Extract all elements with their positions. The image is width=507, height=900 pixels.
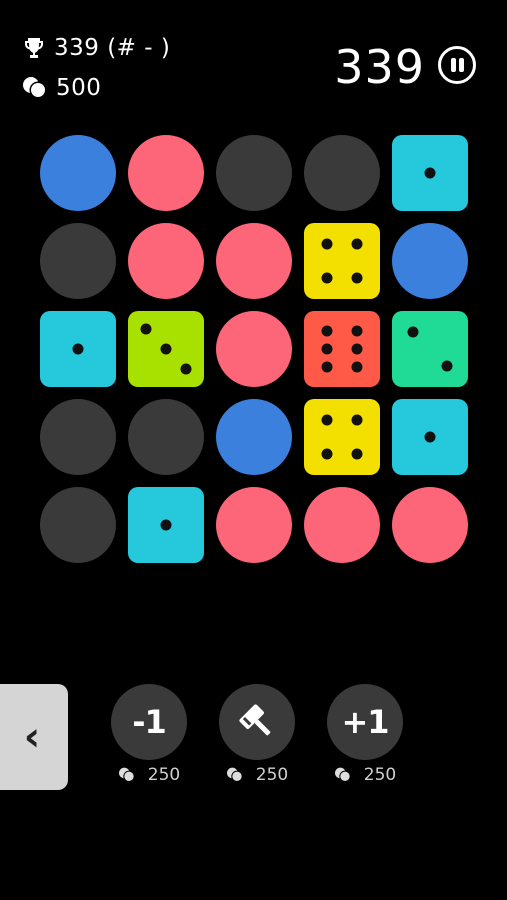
ball-blue[interactable] <box>216 399 292 475</box>
trophy-icon <box>25 38 43 58</box>
pause-icon <box>451 58 456 72</box>
die-pip <box>351 238 363 250</box>
best-score-text: 339 (# - ) <box>54 35 171 61</box>
chevron-left-icon: ‹ <box>23 714 41 760</box>
die-pip <box>321 272 333 284</box>
ball-pink[interactable] <box>128 223 204 299</box>
powerup-hammer: 250 <box>219 684 295 785</box>
ball-pink[interactable] <box>216 487 292 563</box>
die-pip <box>351 448 363 460</box>
die-pip <box>321 448 333 460</box>
minus-one-label: -1 <box>132 703 167 741</box>
minus-one-cost: 250 <box>111 765 187 785</box>
coins-icon <box>226 767 243 782</box>
ball-pink[interactable] <box>216 223 292 299</box>
die-pip <box>321 238 333 250</box>
die-cyan-1[interactable] <box>40 311 116 387</box>
die-lime-3[interactable] <box>128 311 204 387</box>
empty-slot[interactable] <box>40 223 116 299</box>
pause-button[interactable] <box>438 46 476 84</box>
die-pip <box>160 519 172 531</box>
die-pip <box>321 414 333 426</box>
die-pip <box>351 343 363 355</box>
minus-one-button[interactable]: -1 <box>111 684 187 760</box>
hammer-cost-value: 250 <box>255 765 289 785</box>
best-score-row: 339 (# - ) <box>22 33 170 63</box>
empty-slot[interactable] <box>40 487 116 563</box>
hammer-cost: 250 <box>219 765 295 785</box>
die-pip <box>424 431 436 443</box>
ball-pink[interactable] <box>128 135 204 211</box>
die-pip <box>72 343 84 355</box>
die-cyan-1[interactable] <box>128 487 204 563</box>
coins-icon <box>334 767 351 782</box>
die-pip <box>321 343 333 355</box>
die-pip <box>407 326 419 338</box>
die-pip <box>321 361 333 373</box>
plus-one-cost-value: 250 <box>363 765 397 785</box>
hammer-button[interactable] <box>219 684 295 760</box>
back-button[interactable]: ‹ <box>0 684 68 790</box>
die-cyan-1[interactable] <box>392 399 468 475</box>
coins-row: 500 <box>22 73 170 103</box>
die-pip <box>180 363 192 375</box>
die-cyan-1[interactable] <box>392 135 468 211</box>
die-pip <box>351 325 363 337</box>
die-pip <box>351 414 363 426</box>
ball-pink[interactable] <box>216 311 292 387</box>
die-yellow-4[interactable] <box>304 399 380 475</box>
die-pip <box>351 272 363 284</box>
plus-one-cost: 250 <box>327 765 403 785</box>
game-board <box>40 135 468 563</box>
ball-blue[interactable] <box>392 223 468 299</box>
empty-slot[interactable] <box>40 399 116 475</box>
plus-one-button[interactable]: +1 <box>327 684 403 760</box>
coins-icon <box>23 77 47 99</box>
ball-pink[interactable] <box>304 487 380 563</box>
die-pip <box>351 361 363 373</box>
die-orange-6[interactable] <box>304 311 380 387</box>
hud-stats: 339 (# - ) 500 <box>22 33 170 113</box>
ball-blue[interactable] <box>40 135 116 211</box>
minus-one-cost-value: 250 <box>147 765 181 785</box>
die-pip <box>140 323 152 335</box>
die-pip <box>424 167 436 179</box>
empty-slot[interactable] <box>216 135 292 211</box>
die-pip <box>441 360 453 372</box>
hammer-icon <box>239 704 271 736</box>
current-score: 339 <box>334 40 425 94</box>
die-pip <box>160 343 172 355</box>
powerup-plus-one: +1 250 <box>327 684 403 785</box>
die-pip <box>321 325 333 337</box>
die-green-2[interactable] <box>392 311 468 387</box>
empty-slot[interactable] <box>304 135 380 211</box>
coins-icon <box>118 767 135 782</box>
coins-count: 500 <box>56 75 102 101</box>
ball-pink[interactable] <box>392 487 468 563</box>
die-yellow-4[interactable] <box>304 223 380 299</box>
powerup-minus-one: -1 250 <box>111 684 187 785</box>
plus-one-label: +1 <box>341 703 389 741</box>
empty-slot[interactable] <box>128 399 204 475</box>
